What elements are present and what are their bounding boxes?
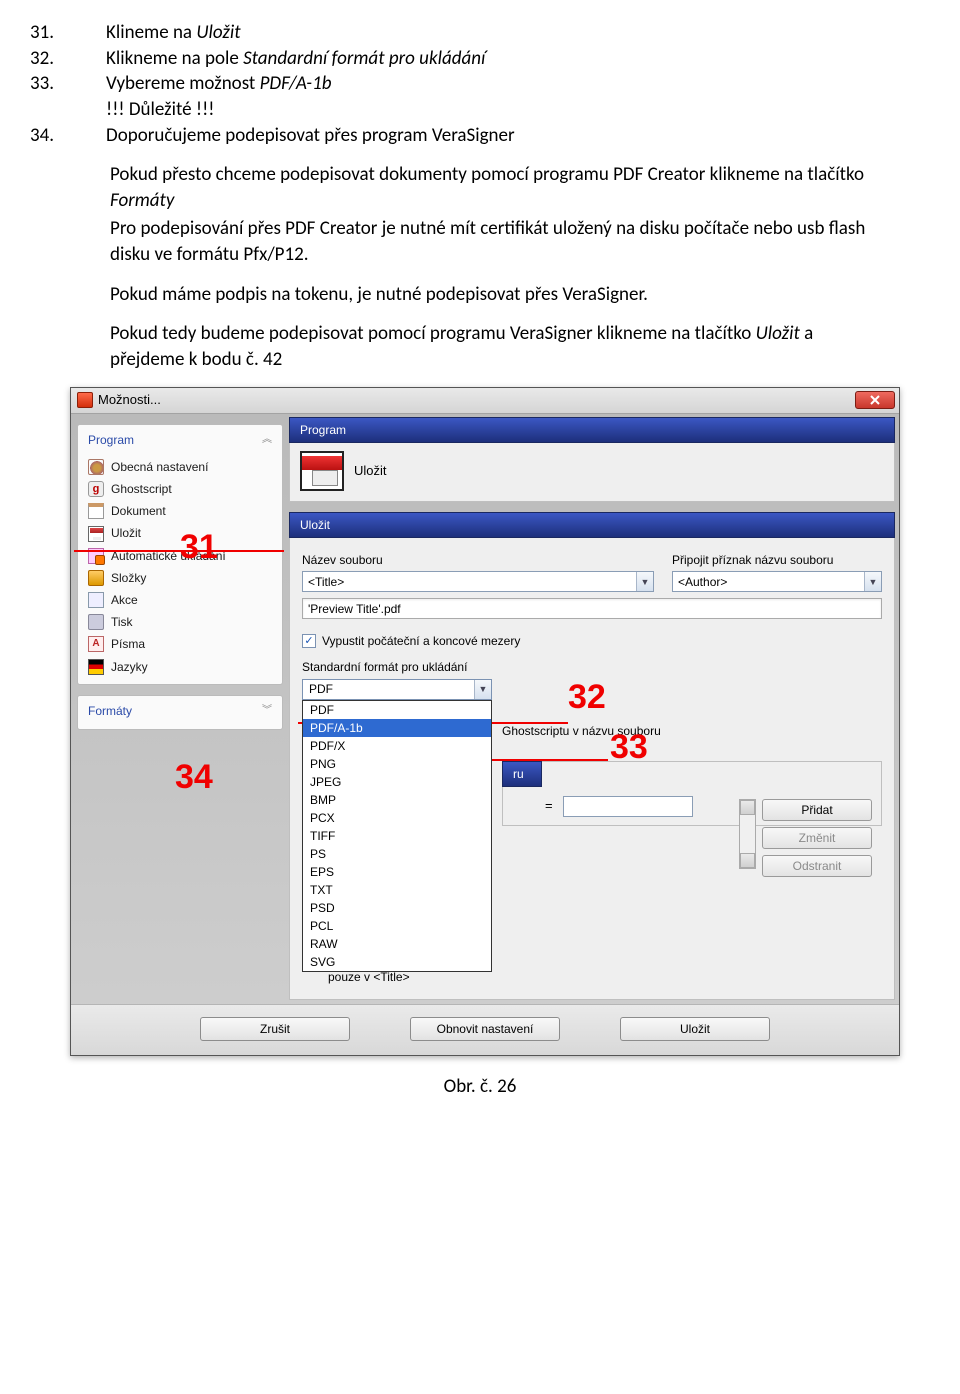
gear-icon <box>88 459 104 475</box>
reset-button[interactable]: Obnovit nastavení <box>410 1017 560 1041</box>
label-standard-format: Standardní formát pro ukládání <box>302 659 882 675</box>
dialog-footer: Zrušit Obnovit nastavení Uložit <box>71 1004 899 1055</box>
section-head-fragment: ru <box>502 761 542 787</box>
section-head-program: Program <box>289 417 895 443</box>
format-option[interactable]: BMP <box>303 791 491 809</box>
flag-input[interactable] <box>672 571 882 592</box>
instruction-list: 31.Klineme na Uložit 32.Klikneme na pole… <box>70 20 890 148</box>
sidebar-section-formaty: Formáty ︾ <box>77 695 283 730</box>
step-31: 31.Klineme na Uložit <box>70 20 890 46</box>
save-icon <box>88 526 104 542</box>
format-option[interactable]: PNG <box>303 755 491 773</box>
format-dropdown-list[interactable]: PDF PDF/A-1b PDF/X PNG JPEG BMP PCX TIFF… <box>302 700 492 972</box>
format-option[interactable]: TXT <box>303 881 491 899</box>
sidebar-item-languages[interactable]: Jazyky <box>78 656 282 678</box>
dropdown-arrow-icon[interactable]: ▼ <box>636 572 653 591</box>
equals-label: = <box>545 797 553 815</box>
close-icon <box>870 395 880 405</box>
action-icon <box>88 592 104 608</box>
dropdown-arrow-icon[interactable]: ▼ <box>864 572 881 591</box>
label-filename: Název souboru <box>302 552 654 568</box>
sidebar-item-general[interactable]: Obecná nastavení <box>78 456 282 478</box>
add-button[interactable]: Přidat <box>762 799 872 821</box>
scrollbar[interactable] <box>739 799 756 869</box>
paragraph-save: Pokud tedy budeme podepisovat pomocí pro… <box>110 321 890 372</box>
sidebar: Program ︽ Obecná nastavení Ghostscript D… <box>71 414 289 1004</box>
sidebar-item-autosave[interactable]: Automatické ukládání <box>78 545 282 567</box>
flag-combo[interactable]: ▼ <box>672 571 882 592</box>
sidebar-item-fonts[interactable]: Písma <box>78 633 282 655</box>
figure-caption: Obr. č. 26 <box>70 1074 890 1100</box>
sidebar-item-folders[interactable]: Složky <box>78 567 282 589</box>
save-panel: Název souboru ▼ Připojit příznak názvu s… <box>289 538 895 1000</box>
sidebar-list-program: Obecná nastavení Ghostscript Dokument Ul… <box>78 454 282 684</box>
checkbox-checked-icon[interactable]: ✓ <box>302 634 316 648</box>
format-option[interactable]: PCX <box>303 809 491 827</box>
format-option[interactable]: PSD <box>303 899 491 917</box>
sidebar-section-program: Program ︽ Obecná nastavení Ghostscript D… <box>77 424 283 685</box>
options-dialog: Možnosti... Program ︽ Obecná nastavení G… <box>70 387 900 1056</box>
paragraph-token: Pokud máme podpis na tokenu, je nutné po… <box>110 282 890 308</box>
right-pane: Program Uložit Uložit Název souboru ▼ <box>289 414 899 1004</box>
titlebar: Možnosti... <box>71 388 899 414</box>
cancel-button[interactable]: Zrušit <box>200 1017 350 1041</box>
format-option[interactable]: SVG <box>303 953 491 971</box>
step-34: 34.Doporučujeme podepisovat přes program… <box>70 123 890 149</box>
format-option[interactable]: TIFF <box>303 827 491 845</box>
format-option[interactable]: EPS <box>303 863 491 881</box>
format-option[interactable]: PS <box>303 845 491 863</box>
window-title: Možnosti... <box>98 391 161 409</box>
sidebar-item-ghostscript[interactable]: Ghostscript <box>78 478 282 500</box>
chevron-down-icon: ︾ <box>262 704 272 718</box>
section-program-label: Uložit <box>354 462 387 480</box>
sidebar-item-document[interactable]: Dokument <box>78 500 282 522</box>
trim-checkbox-row[interactable]: ✓ Vypustit počáteční a koncové mezery <box>302 633 882 649</box>
document-icon <box>88 503 104 519</box>
trim-label: Vypustit počáteční a koncové mezery <box>322 633 520 649</box>
disk-icon <box>300 451 344 491</box>
format-option[interactable]: RAW <box>303 935 491 953</box>
preview-field[interactable] <box>302 598 882 619</box>
covered-panel-fragment: Ghostscriptu v názvu souboru ru = <box>502 723 882 826</box>
format-option[interactable]: PCL <box>303 917 491 935</box>
format-option[interactable]: JPEG <box>303 773 491 791</box>
sidebar-item-actions[interactable]: Akce <box>78 589 282 611</box>
print-icon <box>88 614 104 630</box>
section-head-save: Uložit <box>289 512 895 538</box>
font-icon <box>88 636 104 652</box>
paragraph-formaty: Pokud přesto chceme podepisovat dokument… <box>110 162 890 213</box>
format-dropdown-button[interactable]: PDF ▼ <box>302 679 492 700</box>
format-option-selected[interactable]: PDF/A-1b <box>303 719 491 737</box>
important-note: !!! Důležité !!! <box>70 97 890 123</box>
replace-value-input[interactable] <box>563 796 693 817</box>
sidebar-header-program[interactable]: Program ︽ <box>78 425 282 454</box>
folder-icon <box>88 570 104 586</box>
save-button[interactable]: Uložit <box>620 1017 770 1041</box>
step-32: 32.Klikneme na pole Standardní formát pr… <box>70 46 890 72</box>
dropdown-arrow-icon[interactable]: ▼ <box>474 680 491 699</box>
label-flag: Připojit příznak názvu souboru <box>672 552 882 568</box>
app-icon <box>77 392 93 408</box>
filename-input[interactable] <box>302 571 654 592</box>
delete-button[interactable]: Odstranit <box>762 855 872 877</box>
sidebar-item-print[interactable]: Tisk <box>78 611 282 633</box>
section-body-program: Uložit <box>289 443 895 502</box>
sidebar-item-save[interactable]: Uložit <box>78 522 282 544</box>
chevron-up-icon: ︽ <box>262 433 272 447</box>
format-option[interactable]: PDF/X <box>303 737 491 755</box>
close-button[interactable] <box>855 391 895 409</box>
ghostscript-icon <box>88 481 104 497</box>
filename-combo[interactable]: ▼ <box>302 571 654 592</box>
dialog-screenshot: Možnosti... Program ︽ Obecná nastavení G… <box>70 387 900 1056</box>
format-dropdown[interactable]: PDF ▼ PDF PDF/A-1b PDF/X PNG JPEG BMP PC… <box>302 679 492 700</box>
sidebar-header-formaty[interactable]: Formáty ︾ <box>78 696 282 725</box>
flag-icon <box>88 659 104 675</box>
edit-button[interactable]: Změnit <box>762 827 872 849</box>
step-33: 33.Vybereme možnost PDF/A-1b <box>70 71 890 97</box>
format-option[interactable]: PDF <box>303 701 491 719</box>
autosave-icon <box>88 548 104 564</box>
paragraph-cert: Pro podepisování přes PDF Creator je nut… <box>110 216 890 267</box>
